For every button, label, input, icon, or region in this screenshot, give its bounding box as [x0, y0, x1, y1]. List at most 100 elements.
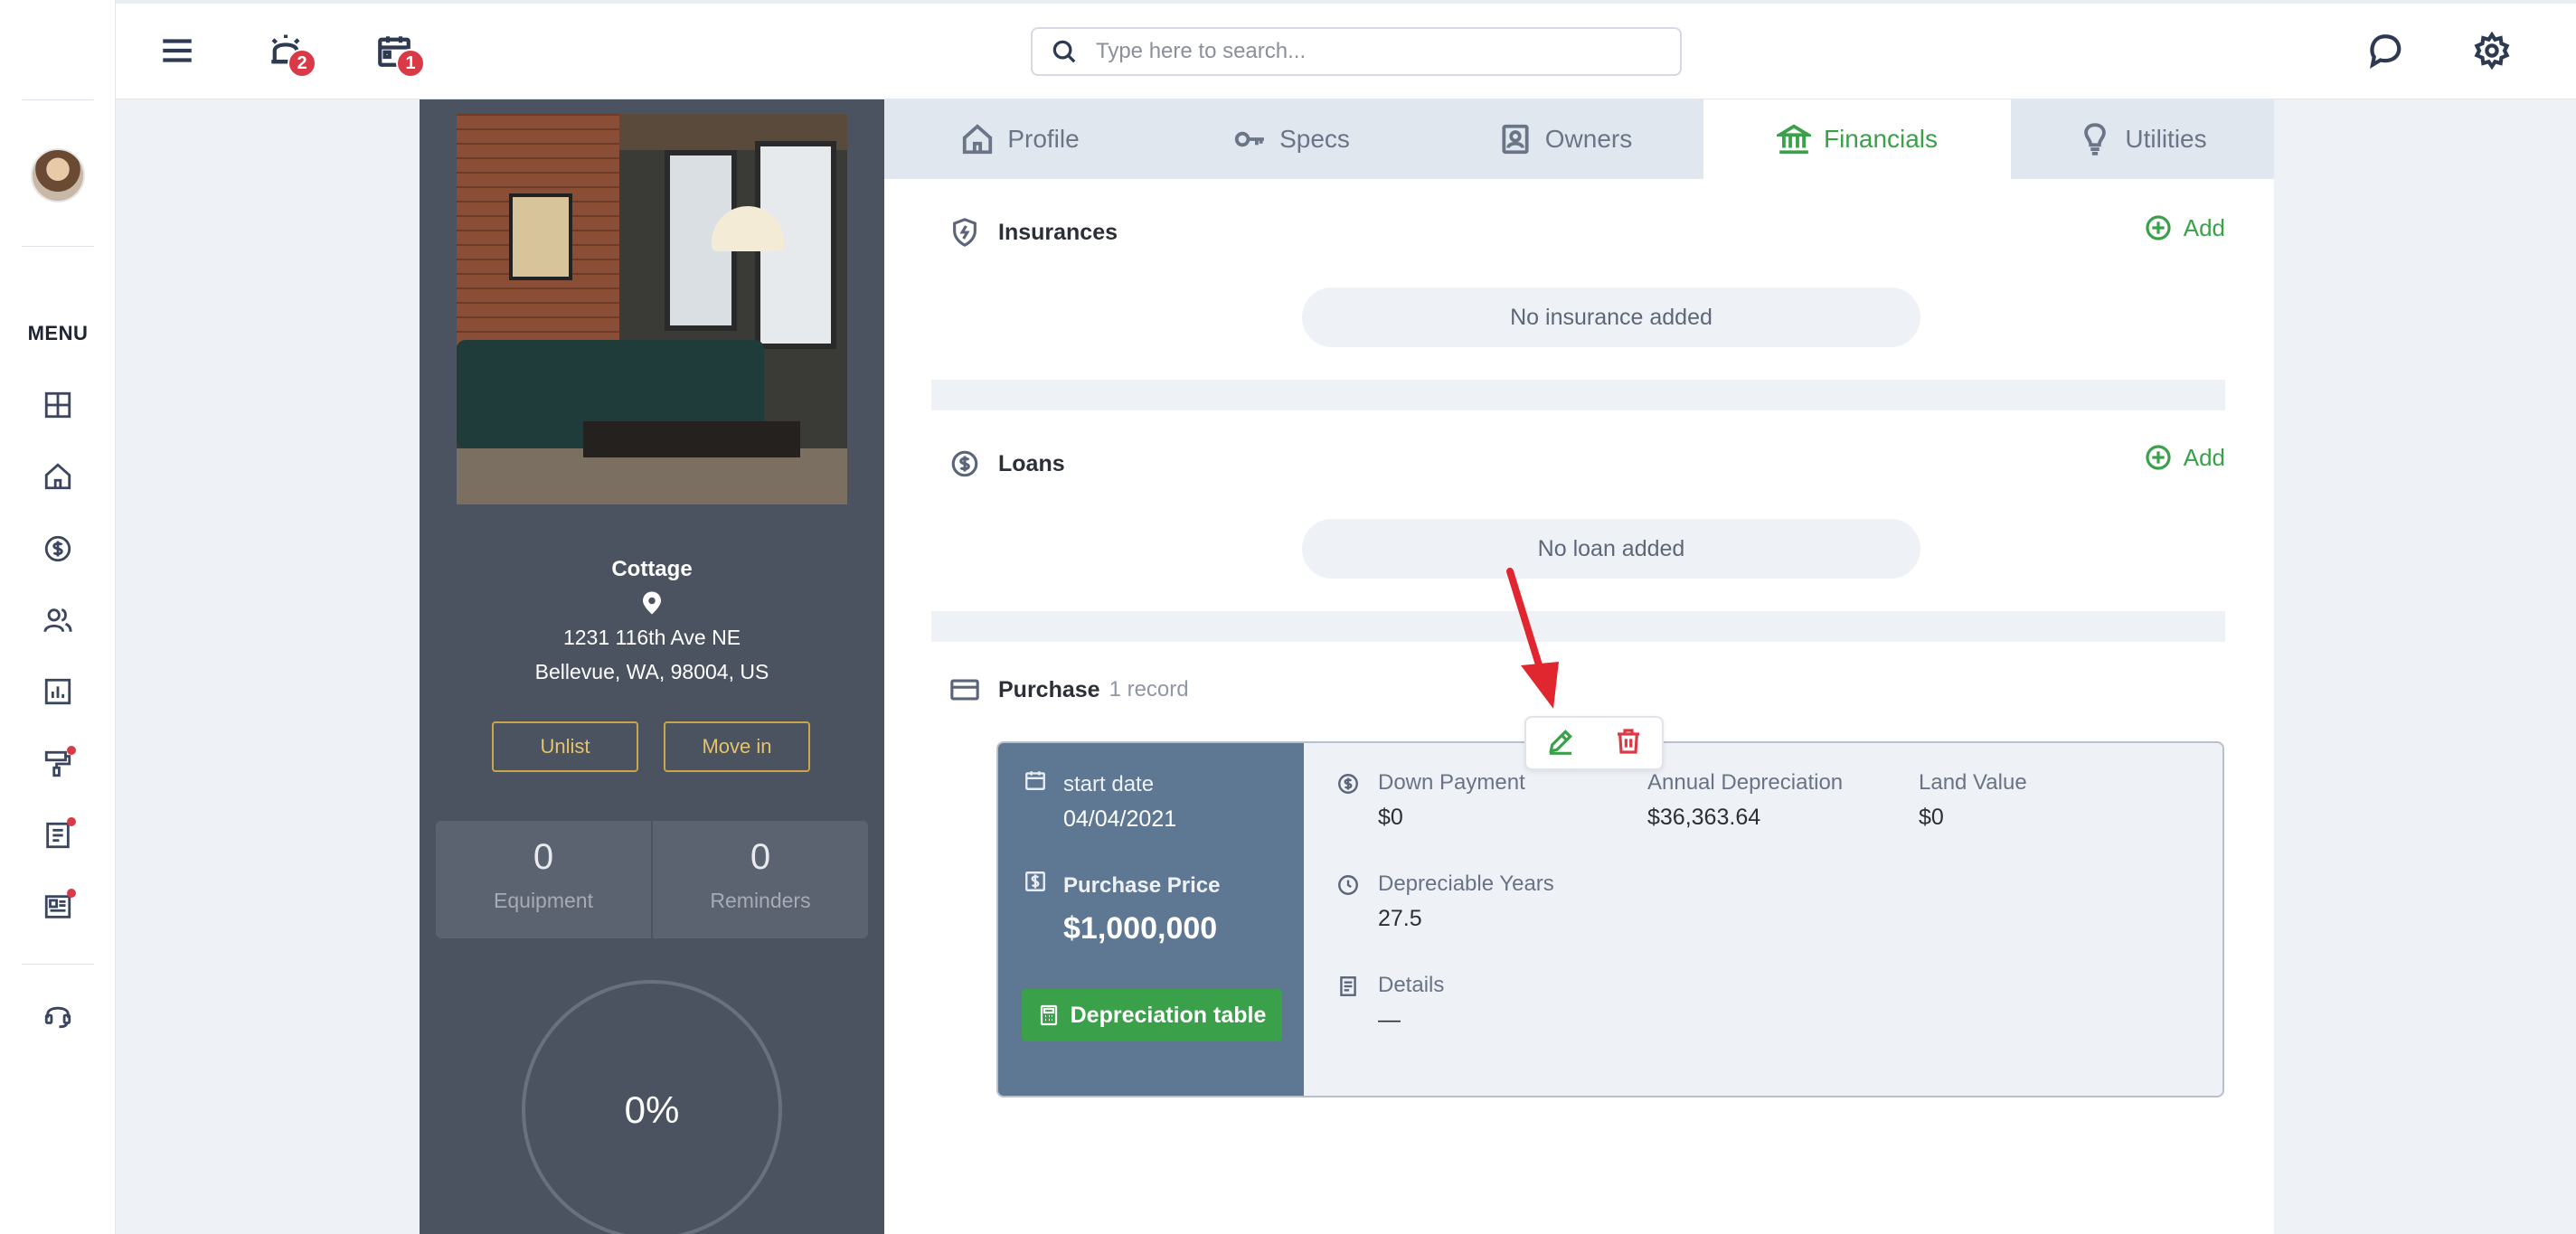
- delete-record-button[interactable]: [1614, 727, 1643, 760]
- lightbulb-icon: [2084, 123, 2107, 155]
- property-title: Cottage: [611, 557, 693, 581]
- gear-icon: [2474, 32, 2510, 70]
- dollar-circle-icon: [1338, 774, 1358, 794]
- annual-depreciation-value: $36,363.64: [1647, 805, 1761, 830]
- down-payment-label: Down Payment: [1378, 770, 1525, 795]
- search-icon: [1052, 40, 1076, 63]
- sidebar-item-finances[interactable]: [40, 531, 76, 567]
- dollar-circle-icon-wrap: [1336, 772, 1360, 796]
- add-loan-button[interactable]: Add: [2144, 443, 2225, 472]
- calendar-icon-wrap: [1024, 768, 1047, 792]
- unlist-button[interactable]: Unlist: [492, 721, 638, 772]
- alerts-button[interactable]: 2: [264, 29, 316, 78]
- equipment-stat[interactable]: 0 Equipment: [436, 821, 651, 938]
- property-photo[interactable]: [457, 114, 847, 504]
- sidebar-item-reports[interactable]: [40, 674, 76, 710]
- land-value-value: $0: [1919, 805, 1944, 830]
- tab-specs[interactable]: Specs: [1156, 99, 1427, 179]
- sidebar-item-maintenance[interactable]: [40, 746, 76, 782]
- user-avatar[interactable]: [31, 148, 85, 203]
- details-icon-wrap: [1336, 975, 1360, 998]
- search-input[interactable]: [1096, 39, 1638, 64]
- annual-depreciation-label: Annual Depreciation: [1647, 770, 1844, 795]
- add-insurance-button[interactable]: Add: [2144, 213, 2225, 242]
- calendar-button[interactable]: 1: [373, 29, 425, 78]
- plus-circle-icon: [2146, 445, 2171, 470]
- sidebar-divider: [22, 964, 94, 965]
- shield-icon: [953, 218, 977, 247]
- equipment-count: 0: [533, 837, 554, 877]
- loans-header: Loans: [949, 448, 1065, 479]
- property-address-line1: 1231 116th Ave NE: [562, 626, 741, 649]
- sidebar-item-listings[interactable]: [40, 889, 76, 925]
- start-date-value: 04/04/2021: [1063, 806, 1177, 832]
- dashboard-icon: [44, 391, 71, 419]
- menu-label: MENU: [27, 322, 89, 344]
- dollar-bill-icon: [1025, 871, 1045, 891]
- hamburger-menu-button[interactable]: [156, 29, 199, 72]
- depreciation-table-button[interactable]: Depreciation table: [1022, 989, 1282, 1041]
- edit-record-button[interactable]: [1546, 727, 1575, 760]
- alerts-badge: 2: [288, 49, 316, 78]
- reminders-stat[interactable]: 0 Reminders: [651, 821, 868, 938]
- tab-label: Owners: [1544, 125, 1633, 153]
- purchase-record-count: 1 record: [1109, 677, 1189, 702]
- sidebar-item-properties[interactable]: [40, 458, 76, 495]
- sidebar-item-contacts[interactable]: [40, 602, 76, 638]
- chat-button[interactable]: [2364, 29, 2407, 72]
- sidebar-item-dashboard[interactable]: [40, 387, 76, 423]
- move-in-button[interactable]: Move in: [664, 721, 810, 772]
- details-label: Details: [1378, 973, 1445, 997]
- purchase-header: Purchase 1 record: [949, 674, 1189, 705]
- tab-profile[interactable]: Profile: [884, 99, 1156, 179]
- property-address-line2: Bellevue, WA, 98004, US: [534, 660, 769, 683]
- add-label: Add: [2183, 443, 2225, 471]
- land-value-label: Land Value: [1919, 770, 2027, 795]
- sidebar-divider: [22, 246, 94, 247]
- search-bar: [1031, 27, 1682, 76]
- tab-label: Specs: [1279, 125, 1350, 153]
- notification-dot: [67, 817, 76, 826]
- settings-button[interactable]: [2470, 29, 2514, 72]
- record-actions-popover: [1524, 716, 1664, 770]
- insurances-title: Insurances: [998, 219, 1118, 245]
- hamburger-icon: [163, 39, 192, 62]
- tab-owners[interactable]: Owners: [1427, 99, 1703, 179]
- property-panel: Cottage 1231 116th Ave NE Bellevue, WA, …: [420, 99, 884, 1234]
- sidebar-item-documents[interactable]: [40, 817, 76, 853]
- depreciation-table-label: Depreciation table: [1070, 1002, 1267, 1028]
- photo-coffee-table: [583, 421, 800, 457]
- clock-icon: [1338, 875, 1358, 895]
- photo-wall-art: [509, 193, 572, 280]
- tab-bar: Profile Specs Owners Financials Utilitie…: [884, 99, 2274, 179]
- depreciable-years-label: Depreciable Years: [1378, 871, 1554, 896]
- price-icon-wrap: [1024, 870, 1047, 893]
- owner-badge-icon: [1502, 124, 1529, 155]
- home-icon: [963, 124, 993, 155]
- notification-dot: [67, 746, 76, 755]
- down-payment-value: $0: [1378, 805, 1403, 830]
- pencil-icon: [1548, 729, 1572, 755]
- location-pin-icon: [643, 591, 661, 615]
- purchase-summary: start date 04/04/2021 Purchase Price $1,…: [998, 743, 1304, 1096]
- users-icon: [43, 608, 72, 633]
- top-bar: 2 1: [116, 0, 2576, 99]
- loans-title: Loans: [998, 450, 1065, 476]
- tab-financials[interactable]: Financials: [1703, 99, 2011, 179]
- purchase-price-label: Purchase Price: [1063, 873, 1221, 898]
- purchase-record-card[interactable]: start date 04/04/2021 Purchase Price $1,…: [996, 741, 2224, 1097]
- section-divider: [931, 380, 2225, 410]
- plus-circle-icon: [2146, 215, 2171, 240]
- sidebar-item-support[interactable]: [40, 997, 76, 1033]
- details-value: —: [1378, 1007, 1401, 1032]
- equipment-label: Equipment: [494, 889, 593, 912]
- financials-content: Profile Specs Owners Financials Utilitie…: [884, 99, 2274, 1234]
- tab-label: Profile: [1007, 125, 1080, 153]
- sidebar-divider: [22, 99, 94, 100]
- tab-utilities[interactable]: Utilities: [2011, 99, 2274, 179]
- start-date-label: start date: [1063, 772, 1155, 796]
- tab-label: Utilities: [2125, 125, 2207, 153]
- notification-dot: [67, 889, 76, 898]
- calendar-icon: [1025, 771, 1045, 790]
- section-divider: [931, 611, 2225, 642]
